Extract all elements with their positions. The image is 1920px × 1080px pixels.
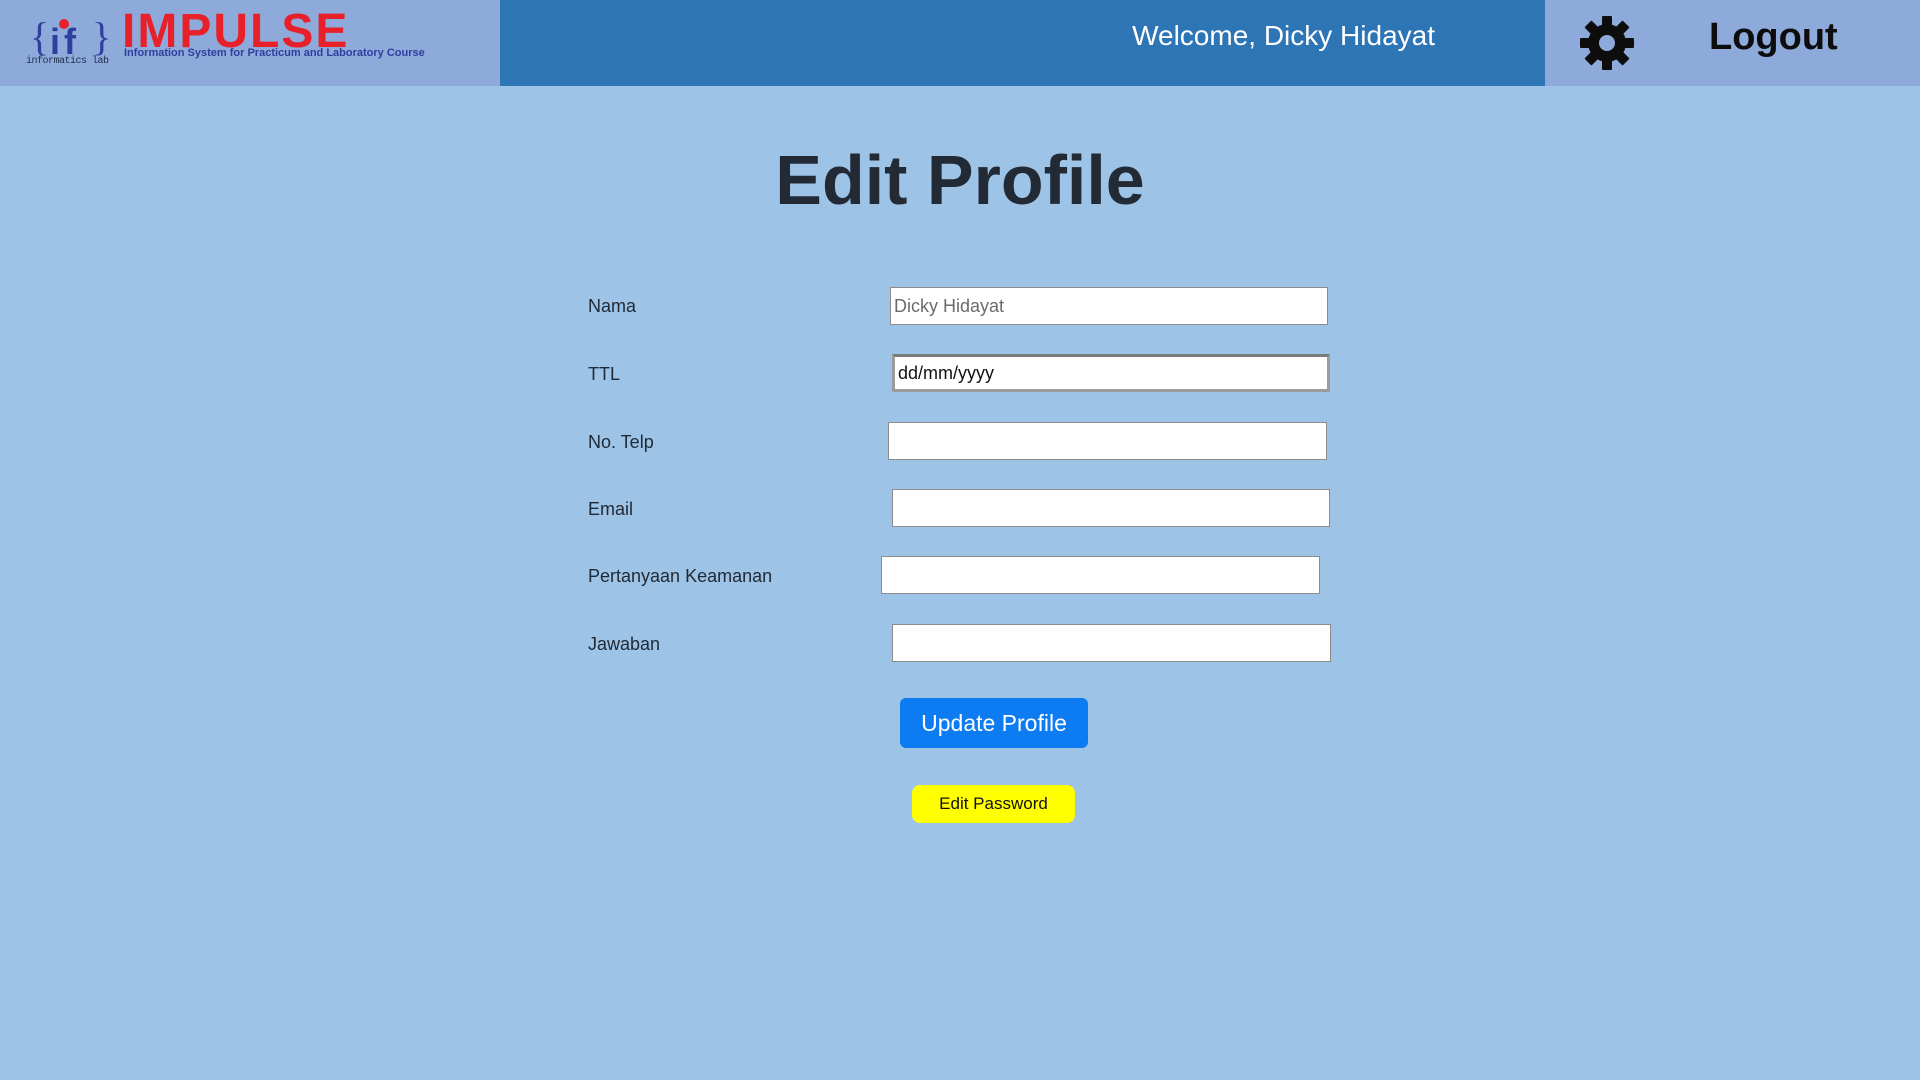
ttl-label: TTL bbox=[588, 364, 621, 384]
update-profile-button[interactable]: Update Profile bbox=[900, 698, 1088, 748]
svg-text:{: { bbox=[30, 14, 49, 59]
welcome-bar: Welcome, Dicky Hidayat bbox=[500, 0, 1545, 86]
account-area: Logout bbox=[1545, 0, 1920, 86]
page-title: Edit Profile bbox=[775, 141, 1145, 219]
email-input[interactable] bbox=[892, 489, 1330, 527]
gear-icon[interactable] bbox=[1580, 16, 1634, 70]
ttl-date-input[interactable] bbox=[892, 354, 1330, 392]
top-header: { i f } informatics lab IMPULSE Informat… bbox=[0, 0, 1920, 86]
logout-button[interactable]: Logout bbox=[1709, 16, 1838, 59]
brand-panel: { i f } informatics lab IMPULSE Informat… bbox=[0, 0, 500, 86]
nama-input[interactable] bbox=[890, 287, 1328, 325]
jawaban-input[interactable] bbox=[892, 624, 1331, 662]
svg-text:}: } bbox=[92, 14, 111, 59]
no-telp-label: No. Telp bbox=[588, 432, 654, 452]
jawaban-label: Jawaban bbox=[588, 634, 661, 654]
brand-tagline: Information System for Practicum and Lab… bbox=[124, 47, 425, 59]
security-question-input[interactable] bbox=[881, 556, 1320, 594]
logo-subtitle: informatics lab bbox=[26, 56, 109, 67]
pertanyaan-keamanan-label: Pertanyaan Keamanan bbox=[588, 566, 773, 586]
edit-password-button[interactable]: Edit Password bbox=[912, 785, 1075, 823]
email-label: Email bbox=[588, 499, 634, 519]
welcome-message: Welcome, Dicky Hidayat bbox=[1132, 20, 1435, 51]
no-telp-input[interactable] bbox=[888, 422, 1327, 460]
nama-label: Nama bbox=[588, 296, 637, 316]
